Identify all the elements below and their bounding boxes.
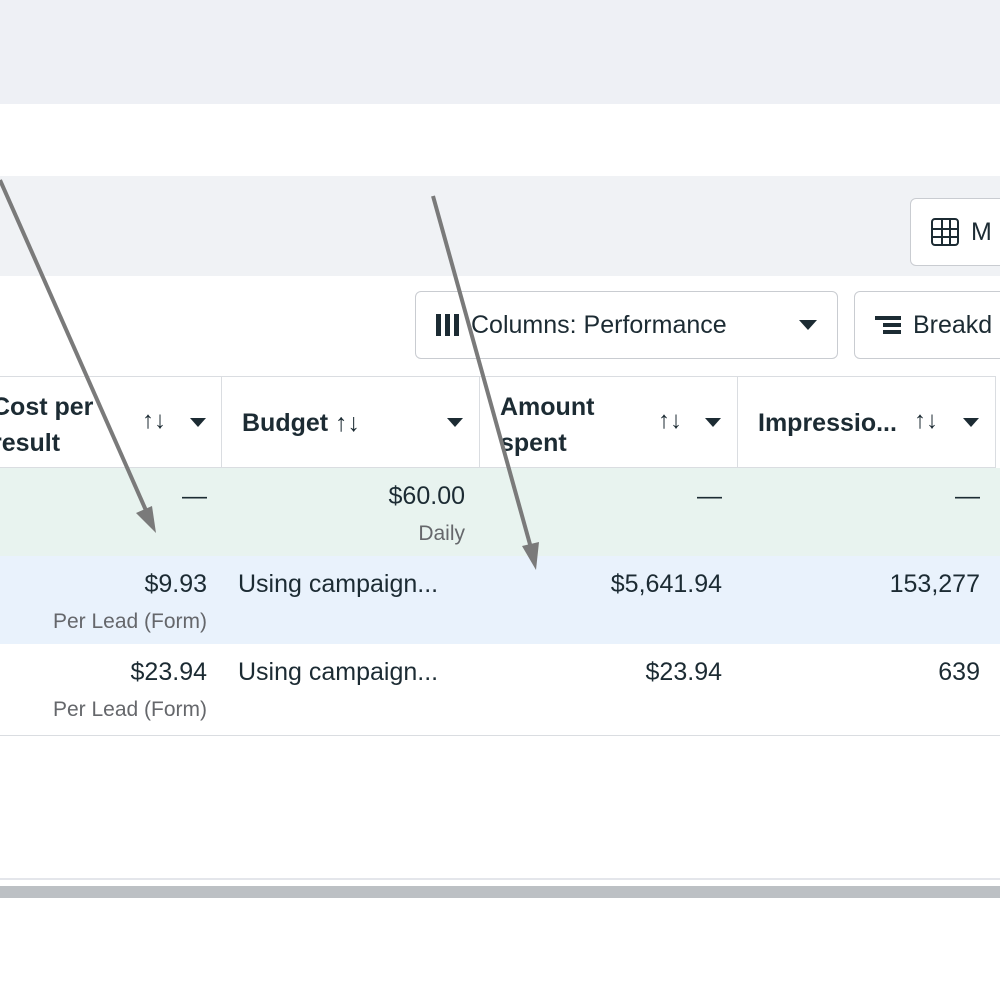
table-row[interactable]: $23.94 Per Lead (Form) Using campaign...…	[0, 646, 1000, 736]
breakdown-icon	[875, 316, 901, 334]
content-header	[0, 104, 1000, 176]
impressions-value: 153,277	[889, 570, 980, 598]
impressions-value: 639	[938, 658, 980, 686]
dropdown-caret-icon[interactable]	[447, 418, 463, 427]
dropdown-caret-icon[interactable]	[705, 418, 721, 427]
cost-per-result-value: $23.94	[130, 658, 207, 686]
amount-spent-value: $23.94	[645, 658, 722, 686]
columns-button-label: Columns: Performance	[471, 310, 727, 339]
table-grid-icon	[931, 218, 959, 246]
cost-per-result-sub: Per Lead (Form)	[52, 698, 207, 721]
column-header-impressions[interactable]: Impressio... ↑↓	[738, 376, 996, 468]
header-label: Impressio...	[758, 409, 897, 437]
budget-sub: Daily	[418, 522, 465, 545]
budget-value: Using campaign...	[238, 570, 439, 598]
sort-icon[interactable]: ↑↓	[142, 407, 166, 435]
column-header-cost-per-result[interactable]: Cost per result ↑↓	[0, 376, 222, 468]
cost-per-result-value: $9.93	[144, 570, 207, 598]
table-row[interactable]: $9.93 Per Lead (Form) Using campaign... …	[0, 556, 1000, 644]
column-header-amount-spent[interactable]: Amount spent ↑↓	[480, 376, 738, 468]
sort-icon[interactable]: ↑↓	[658, 407, 682, 435]
top-band	[0, 0, 1000, 104]
budget-value: Using campaign...	[238, 658, 439, 686]
header-label: Amount spent	[500, 393, 595, 457]
toolbar-area	[0, 176, 1000, 276]
columns-button[interactable]: Columns: Performance	[415, 291, 838, 359]
dropdown-caret-icon[interactable]	[963, 418, 979, 427]
table-footer-divider	[0, 878, 1000, 880]
header-label: Cost per result	[0, 393, 94, 457]
view-options-label: M	[971, 217, 992, 246]
budget-value: $60.00	[388, 482, 465, 510]
horizontal-scrollbar[interactable]	[0, 886, 1000, 898]
amount-spent-value: $5,641.94	[610, 570, 722, 598]
cost-per-result-value: —	[182, 482, 207, 510]
dropdown-caret-icon[interactable]	[190, 418, 206, 427]
columns-icon	[436, 314, 459, 336]
header-label: Budget ↑↓	[242, 409, 361, 437]
chevron-down-icon	[799, 320, 817, 330]
breakdown-button-label: Breakd	[913, 310, 993, 339]
amount-spent-value: —	[697, 482, 722, 510]
breakdown-button[interactable]: Breakd	[854, 291, 1000, 359]
view-options-button[interactable]: M	[910, 198, 1000, 266]
impressions-value: —	[955, 482, 980, 510]
cost-per-result-sub: Per Lead (Form)	[52, 610, 207, 633]
column-header-budget[interactable]: Budget ↑↓	[222, 376, 480, 468]
sort-icon[interactable]: ↑↓	[914, 407, 938, 435]
table-row-total: — $60.00 Daily — —	[0, 468, 1000, 556]
